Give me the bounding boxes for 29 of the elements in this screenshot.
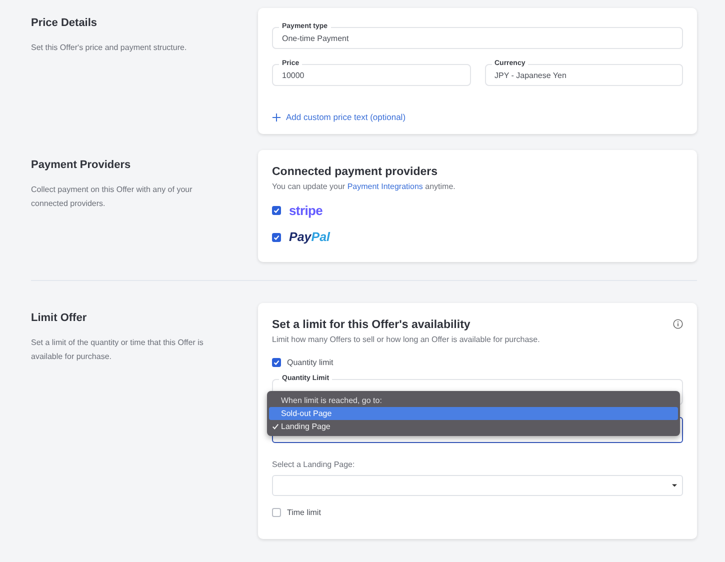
card-title: Set a limit for this Offer's availability (272, 319, 470, 331)
info-icon[interactable] (673, 319, 683, 329)
input-field[interactable]: 10000 (272, 64, 470, 86)
checkbox[interactable] (272, 508, 281, 517)
card-description: Limit how many Offers to sell or how long an Offer is available for purchase. (272, 335, 541, 344)
checkbox-label: Time limit (287, 508, 321, 517)
select-label: Select a Landing Page: (272, 460, 356, 469)
checkbox[interactable] (272, 206, 281, 215)
stripe-logo: stripe (289, 203, 323, 218)
section-description: Set a limit of the quantity or time that this Offer is available for purchase. (31, 337, 204, 363)
section-title: Payment Providers (31, 159, 132, 171)
paypal-logo: PayPal (289, 230, 330, 244)
payment-integrations-link[interactable]: Payment Integrations (347, 182, 423, 191)
check-icon (272, 423, 279, 430)
add-price-text-link[interactable]: Add custom price text (optional) (272, 112, 406, 122)
checkbox[interactable] (272, 358, 281, 367)
section-description: Collect payment on this Offer with any of your connected providers. (31, 184, 194, 210)
checkbox-label: Quantity limit (287, 358, 334, 367)
section-title: Limit Offer (31, 312, 88, 324)
menu-item[interactable]: Sold-out Page (269, 407, 678, 420)
section-description: Set this Offer's price and payment structure. (31, 42, 188, 54)
card-description: You can update your Payment Integrations anytime. (272, 182, 456, 191)
menu-item[interactable]: Landing Page (269, 420, 678, 433)
checkbox[interactable] (272, 232, 281, 242)
plus-icon (272, 112, 281, 122)
caret-icon (672, 484, 677, 487)
menu-header: When limit is reached, go to: (280, 395, 383, 407)
section-title: Price Details (31, 17, 98, 29)
card-title: Connected payment providers (272, 166, 439, 178)
